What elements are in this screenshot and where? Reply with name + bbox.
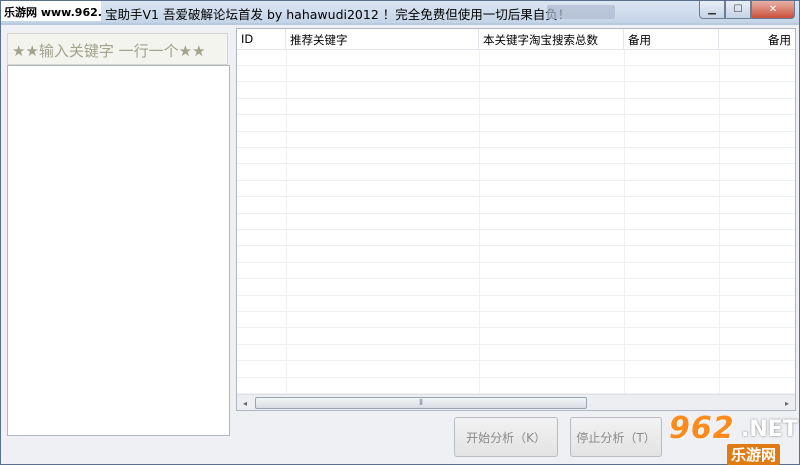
client-area: ★★输入关键字 一行一个★★ ID 推荐关键字 本关键字淘宝搜索总数 备用 备用… [3, 25, 798, 463]
table-row[interactable] [237, 214, 795, 230]
column-divider [286, 50, 287, 394]
title-bar[interactable]: 宝助手V1 吾爱破解论坛首发 by hahawudi2012 ！完全免费但使用一… [1, 1, 799, 23]
table-row[interactable] [237, 329, 795, 345]
watermark-net: .NET [741, 417, 798, 442]
table-row[interactable] [237, 230, 795, 247]
table-row[interactable] [237, 132, 795, 148]
column-header-keyword[interactable]: 推荐关键字 [286, 29, 479, 50]
maximize-button[interactable]: ☐ [725, 1, 751, 19]
watermark-number: 962 [669, 411, 735, 446]
close-button[interactable]: ✕ [751, 1, 795, 19]
window-title: 宝助手V1 吾爱破解论坛首发 by hahawudi2012 ！完全免费但使用一… [105, 7, 571, 22]
site-watermark-badge: 乐游网 www.962.net [1, 1, 101, 21]
close-icon: ✕ [768, 4, 778, 15]
table-row[interactable] [237, 296, 795, 312]
column-header-id[interactable]: ID [237, 29, 286, 50]
table-row[interactable] [237, 312, 795, 329]
maximize-icon: ☐ [733, 4, 743, 15]
results-table: ID 推荐关键字 本关键字淘宝搜索总数 备用 备用 ◂ ⦀ ▸ [236, 28, 796, 411]
keyword-input-textarea[interactable] [7, 65, 230, 436]
start-analysis-button[interactable]: 开始分析（K） [454, 417, 558, 457]
column-header-spare-1[interactable]: 备用 [624, 29, 719, 50]
horizontal-scrollbar[interactable]: ◂ ⦀ ▸ [237, 394, 795, 410]
window-controls: ▁ ☐ ✕ [699, 1, 795, 19]
column-divider [624, 50, 625, 394]
app-window: 宝助手V1 吾爱破解论坛首发 by hahawudi2012 ！完全免费但使用一… [0, 0, 800, 465]
table-row[interactable] [237, 50, 795, 66]
table-row[interactable] [237, 66, 795, 83]
scroll-left-icon[interactable]: ◂ [239, 397, 251, 409]
table-row[interactable] [237, 99, 795, 116]
table-row[interactable] [237, 165, 795, 181]
minimize-icon: ▁ [708, 4, 716, 15]
table-row[interactable] [237, 116, 795, 132]
watermark-cn: 乐游网 [727, 444, 781, 465]
column-header-spare-2[interactable]: 备用 [719, 29, 795, 50]
table-body[interactable] [237, 50, 795, 394]
table-row[interactable] [237, 345, 795, 362]
table-row[interactable] [237, 263, 795, 280]
title-blur [547, 5, 615, 19]
column-divider [479, 50, 480, 394]
table-row[interactable] [237, 83, 795, 99]
site-watermark-logo: 962 .NET 乐游网 [661, 411, 800, 465]
scrollbar-thumb[interactable]: ⦀ [255, 397, 587, 409]
table-row[interactable] [237, 362, 795, 378]
table-row[interactable] [237, 148, 795, 165]
scroll-right-icon[interactable]: ▸ [781, 397, 793, 409]
minimize-button[interactable]: ▁ [699, 1, 725, 19]
table-row[interactable] [237, 378, 795, 394]
stop-analysis-button[interactable]: 停止分析（T） [570, 417, 662, 457]
table-row[interactable] [237, 181, 795, 198]
table-row[interactable] [237, 198, 795, 214]
keyword-input-header: ★★输入关键字 一行一个★★ [7, 33, 228, 65]
column-divider [719, 50, 720, 394]
grip-icon: ⦀ [419, 398, 423, 407]
table-row[interactable] [237, 247, 795, 263]
column-header-search-count[interactable]: 本关键字淘宝搜索总数 [479, 29, 624, 50]
table-row[interactable] [237, 280, 795, 296]
table-header: ID 推荐关键字 本关键字淘宝搜索总数 备用 备用 [237, 29, 795, 50]
